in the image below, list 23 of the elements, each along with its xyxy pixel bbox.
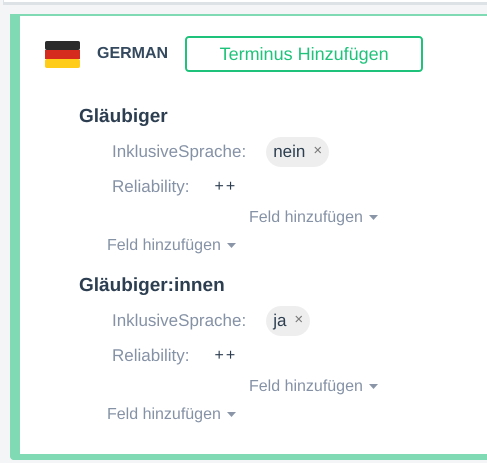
- caret-icon: [226, 243, 236, 248]
- field-value: ++: [214, 346, 238, 366]
- add-term-button[interactable]: Terminus Hinzufügen: [185, 36, 424, 72]
- term-title: Gläubiger:innen: [79, 274, 225, 298]
- caret-icon: [368, 215, 378, 220]
- value-tag: ja ×: [266, 306, 310, 336]
- remove-tag-button[interactable]: ×: [294, 309, 304, 332]
- field-label: InklusiveSprache:: [112, 140, 246, 163]
- field-value: ++: [214, 176, 238, 196]
- language-name: GERMAN: [97, 44, 168, 64]
- add-field-button[interactable]: Feld hinzufügen: [249, 374, 378, 398]
- field-label: Reliability:: [112, 176, 190, 198]
- field-label: Reliability:: [112, 344, 190, 367]
- add-field-button[interactable]: Feld hinzufügen: [107, 234, 236, 258]
- value-tag: nein ×: [266, 136, 330, 166]
- remove-tag-button[interactable]: ×: [313, 140, 322, 163]
- flag-icon: [45, 40, 80, 68]
- caret-icon: [368, 384, 378, 389]
- caret-icon: [226, 412, 236, 417]
- add-field-button[interactable]: Feld hinzufügen: [107, 402, 236, 426]
- add-field-button[interactable]: Feld hinzufügen: [249, 206, 378, 230]
- term-title: Gläubiger: [79, 104, 168, 129]
- field-label: InklusiveSprache:: [112, 310, 246, 332]
